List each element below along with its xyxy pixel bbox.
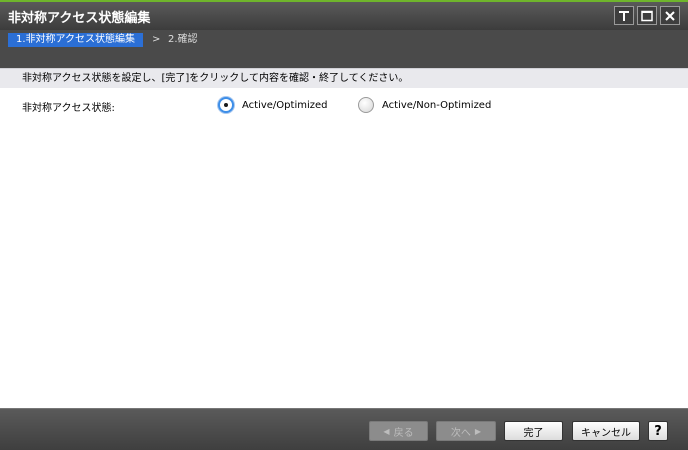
- back-button[interactable]: ◀ 戻る: [369, 421, 428, 441]
- help-button[interactable]: ?: [648, 421, 668, 441]
- radio-label-active-optimized: Active/Optimized: [242, 99, 328, 111]
- cancel-button[interactable]: キャンセル: [572, 421, 640, 441]
- footer-bar: ◀ 戻る 次へ ▶ 完了 キャンセル ?: [0, 408, 688, 450]
- title-bar: 非対称アクセス状態編集: [0, 0, 688, 30]
- radio-button-checked[interactable]: [218, 97, 234, 113]
- back-button-label: 戻る: [393, 427, 414, 439]
- next-button-label: 次へ: [450, 427, 471, 439]
- maximize-icon: [641, 10, 653, 21]
- step-edit: 1.非対称アクセス状態編集: [8, 33, 144, 47]
- dialog-title: 非対称アクセス状態編集: [8, 11, 151, 26]
- pin-icon: [619, 10, 629, 21]
- close-icon: [665, 10, 675, 21]
- next-button[interactable]: 次へ ▶: [436, 421, 496, 441]
- wizard-steps: 1.非対称アクセス状態編集 > 2.確認: [0, 30, 688, 68]
- close-button[interactable]: [660, 6, 680, 25]
- instruction-text: 非対称アクセス状態を設定し、[完了]をクリックして内容を確認・終了してください。: [0, 68, 688, 88]
- triangle-right-icon: ▶: [474, 426, 482, 436]
- pin-button[interactable]: [614, 6, 634, 25]
- finish-button[interactable]: 完了: [504, 421, 563, 441]
- radio-label-active-non-optimized: Active/Non-Optimized: [382, 99, 492, 111]
- radio-option-active-optimized[interactable]: Active/Optimized: [218, 97, 328, 113]
- maximize-button[interactable]: [637, 6, 657, 25]
- asymmetric-access-state-label: 非対称アクセス状態:: [22, 103, 115, 114]
- triangle-left-icon: ◀: [383, 426, 390, 436]
- radio-button-unchecked[interactable]: [358, 97, 374, 113]
- radio-option-active-non-optimized[interactable]: Active/Non-Optimized: [358, 97, 491, 113]
- step-separator: >: [152, 34, 161, 45]
- step-confirm: 2.確認: [168, 34, 198, 45]
- window-controls: [614, 6, 680, 25]
